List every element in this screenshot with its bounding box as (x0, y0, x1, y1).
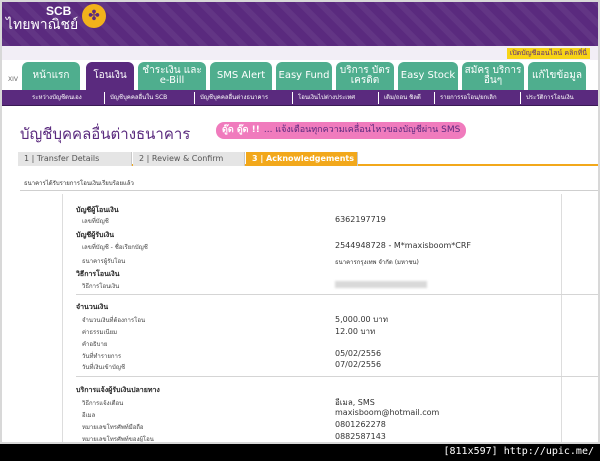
method-heading: วิธีการโอนเงิน (76, 270, 120, 278)
email-value: maxisboom@hotmail.com (335, 408, 440, 417)
transaction-date-label: วันที่ทำรายการ (82, 353, 122, 360)
image-host-caption: [811x597] http://upic.me/ (443, 446, 594, 457)
subnav-other-bank[interactable]: บัญชีบุคคลอื่นต่างธนาคาร (200, 92, 268, 104)
step-acknowledgements: 3 | Acknowledgements (246, 152, 358, 166)
open-account-badge[interactable]: เปิดบัญชีออนไลน์ คลิกที่นี่ (506, 48, 590, 59)
fee-label: ค่าธรรมเนียม (82, 329, 118, 336)
subnav-scb-other[interactable]: บัญชีบุคคลอื่นใน SCB (110, 92, 167, 104)
mobile-label: หมายเลขโทรศัพท์มือถือ (82, 424, 144, 431)
side-label: XIV (8, 76, 18, 83)
method-value-redacted (335, 281, 427, 288)
subnav-pending[interactable]: รายการรอโอน/ยกเลิก (440, 92, 497, 104)
tab-credit-card[interactable]: บริการ บัตรเครดิต (336, 62, 394, 90)
subnav-divider (194, 92, 195, 104)
confirmation-message: ธนาคารได้รับรายการโอนเงินเรียบร้อยแล้ว (24, 180, 134, 187)
step-review-confirm: 2 | Review & Confirm (133, 152, 245, 166)
subnav-divider (434, 92, 435, 104)
tab-edit-profile[interactable]: แก้ไขข้อมูล (528, 62, 586, 90)
tab-transfer[interactable]: โอนเงิน (86, 62, 134, 90)
section-divider (76, 294, 598, 295)
logo-thai-text: ไทยพาณิชย์ (6, 17, 79, 33)
to-account-label: เลขที่บัญชี - ชื่อเรียกบัญชี (82, 244, 148, 251)
divider (20, 190, 598, 191)
tab-home[interactable]: หน้าแรก (22, 62, 80, 90)
sender-mobile-value: 0882587143 (335, 432, 386, 441)
fee-value: 12.00 บาท (335, 327, 376, 336)
to-account-heading: บัญชีผู้รับเงิน (76, 231, 115, 239)
step-transfer-details: 1 | Transfer Details (18, 152, 132, 166)
section-divider (76, 376, 598, 377)
from-account-heading: บัญชีผู้โอนเงิน (76, 206, 119, 214)
subnav-divider (378, 92, 379, 104)
description-label: คำอธิบาย (82, 341, 108, 348)
amount-heading: จำนวนเงิน (76, 303, 109, 311)
promo-text: ... แจ้งเตือนทุกความเคลื่อนไหวของบัญชีผ่… (263, 125, 461, 135)
subnav-history[interactable]: ประวัติการโอนเงิน (526, 92, 574, 104)
notify-heading: บริการแจ้งผู้รับเงินปลายทาง (76, 386, 160, 394)
to-bank-label: ธนาคารผู้รับโอน (82, 258, 126, 265)
sms-promo-banner[interactable]: ดู๊ด ดู๊ด !!... แจ้งเตือนทุกความเคลื่อนไ… (216, 122, 466, 139)
mobile-value: 0801262278 (335, 420, 386, 429)
subnav-divider (292, 92, 293, 104)
effective-date-value: 07/02/2556 (335, 360, 382, 369)
subnav-divider (104, 92, 105, 104)
amount-label: จำนวนเงินที่ต้องการโอน (82, 317, 146, 324)
tab-sms-alert[interactable]: SMS Alert (210, 62, 272, 90)
transaction-date-value: 05/02/2556 (335, 349, 382, 358)
from-account-value: 6362197719 (335, 215, 386, 224)
sender-mobile-label: หมายเลขโทรศัพท์ของผู้โอน (82, 436, 154, 443)
tab-easy-stock[interactable]: Easy Stock (398, 62, 458, 90)
header-bar: SCB ไทยพาณิชย์ ✤ (2, 2, 598, 46)
effective-date-label: วันที่เงินเข้าบัญชี (82, 364, 126, 371)
subnav-international[interactable]: โอนเงินไปต่างประเทศ (298, 92, 355, 104)
subnav-divider (520, 92, 521, 104)
scb-emblem-icon: ✤ (82, 4, 106, 28)
page-title: บัญชีบุคคลอื่นต่างธนาคาร (20, 125, 191, 143)
email-label: อีเมล (82, 412, 96, 419)
promo-deal: ดู๊ด ดู๊ด !! (222, 125, 260, 135)
from-account-label: เลขที่บัญชี (82, 218, 109, 225)
to-account-value: 2544948728 - M*maxisboom*CRF (335, 241, 471, 250)
browser-frame: SCB ไทยพาณิชย์ ✤ เปิดบัญชีออนไลน์ คลิกที… (0, 0, 600, 444)
tab-easy-fund[interactable]: Easy Fund (276, 62, 332, 90)
method-label: วิธีการโอนเงิน (82, 283, 120, 290)
step-indicator: 1 | Transfer Details 2 | Review & Confir… (18, 152, 598, 166)
subnav-own-accounts[interactable]: ระหว่างบัญชีตนเอง (32, 92, 82, 104)
tab-other-services[interactable]: สมัคร บริการอื่นๆ (462, 62, 524, 90)
tab-payment[interactable]: ชำระเงิน และ e-Bill (138, 62, 206, 90)
subnav-topup[interactable]: เติม/ถอน ชิลดี (384, 92, 421, 104)
to-bank-value: ธนาคารกรุงเทพ จำกัด (มหาชน) (335, 259, 419, 266)
notify-method-label: วิธีการแจ้งเตือน (82, 400, 124, 407)
